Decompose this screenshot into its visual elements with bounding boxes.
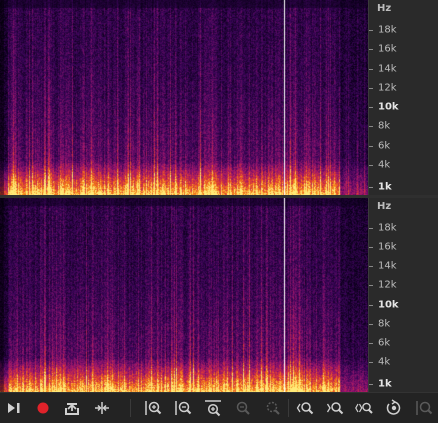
ruler-tick bbox=[369, 342, 373, 344]
ruler-tick bbox=[369, 384, 373, 385]
zoom-selection-disabled-icon[interactable] bbox=[263, 398, 283, 418]
export-icon[interactable] bbox=[62, 398, 82, 418]
ruler-tick bbox=[369, 228, 373, 229]
ruler-tick bbox=[369, 126, 373, 128]
ruler-label: 18k bbox=[378, 222, 397, 234]
ruler-tick bbox=[369, 362, 373, 363]
ruler-label: 8k bbox=[378, 318, 391, 330]
ruler-label: 4k bbox=[378, 159, 391, 171]
ruler-tick bbox=[369, 247, 373, 249]
ruler-tick bbox=[369, 87, 373, 89]
ruler-label: 6k bbox=[378, 140, 391, 152]
ruler-label: 14k bbox=[378, 260, 397, 272]
zoom-full-disabled-icon[interactable] bbox=[414, 398, 434, 418]
ruler-tick bbox=[369, 304, 373, 306]
ruler-tick bbox=[369, 266, 373, 268]
ruler-tick bbox=[369, 68, 373, 70]
ruler-label: 10k bbox=[378, 299, 399, 311]
channel-top: Hz 18k 16k 14k 12k 10k 8k 6k 4k 1k bbox=[0, 0, 438, 195]
zoom-both-icon[interactable] bbox=[354, 398, 374, 418]
frequency-ruler-bottom: Hz 18k 16k 14k 12k 10k 8k 6k 4k 1k bbox=[368, 198, 438, 392]
ruler-label: 12k bbox=[378, 279, 397, 291]
ruler-unit-label: Hz bbox=[377, 201, 392, 212]
ruler-label: 1k bbox=[378, 378, 392, 390]
zoom-out-vertical-icon[interactable] bbox=[173, 398, 193, 418]
zoom-in-vertical-icon[interactable] bbox=[143, 398, 163, 418]
ruler-tick bbox=[369, 187, 373, 188]
play-to-end-icon[interactable] bbox=[4, 398, 24, 418]
ruler-label: 16k bbox=[378, 241, 397, 253]
spectrogram-bottom[interactable] bbox=[0, 198, 368, 392]
ruler-label: 18k bbox=[378, 24, 397, 36]
ruler-tick bbox=[369, 49, 373, 51]
ruler-label: 14k bbox=[378, 63, 397, 75]
ruler-tick bbox=[369, 30, 373, 31]
split-icon[interactable] bbox=[92, 398, 112, 418]
ruler-tick bbox=[369, 165, 373, 166]
ruler-label: 12k bbox=[378, 82, 397, 94]
ruler-tick bbox=[369, 323, 373, 325]
ruler-tick bbox=[369, 285, 373, 287]
ruler-tick bbox=[369, 107, 373, 109]
ruler-label: 8k bbox=[378, 120, 391, 132]
channel-bottom: Hz 18k 16k 14k 12k 10k 8k 6k 4k 1k bbox=[0, 198, 438, 392]
zoom-left-icon[interactable] bbox=[295, 398, 315, 418]
transport-zoom-toolbar bbox=[0, 392, 438, 423]
ruler-tick bbox=[369, 145, 373, 147]
ruler-label: 16k bbox=[378, 43, 397, 55]
spectrogram-top[interactable] bbox=[0, 0, 368, 195]
ruler-label: 10k bbox=[378, 101, 399, 113]
ruler-unit-label: Hz bbox=[377, 3, 392, 14]
zoom-reset-icon[interactable] bbox=[384, 398, 404, 418]
zoom-right-icon[interactable] bbox=[325, 398, 345, 418]
zoom-out-disabled-icon[interactable] bbox=[233, 398, 253, 418]
record-icon[interactable] bbox=[33, 398, 53, 418]
ruler-label: 6k bbox=[378, 337, 391, 349]
ruler-label: 1k bbox=[378, 181, 392, 193]
zoom-fit-horizontal-icon[interactable] bbox=[203, 398, 223, 418]
ruler-label: 4k bbox=[378, 356, 391, 368]
frequency-ruler-top: Hz 18k 16k 14k 12k 10k 8k 6k 4k 1k bbox=[368, 0, 438, 195]
